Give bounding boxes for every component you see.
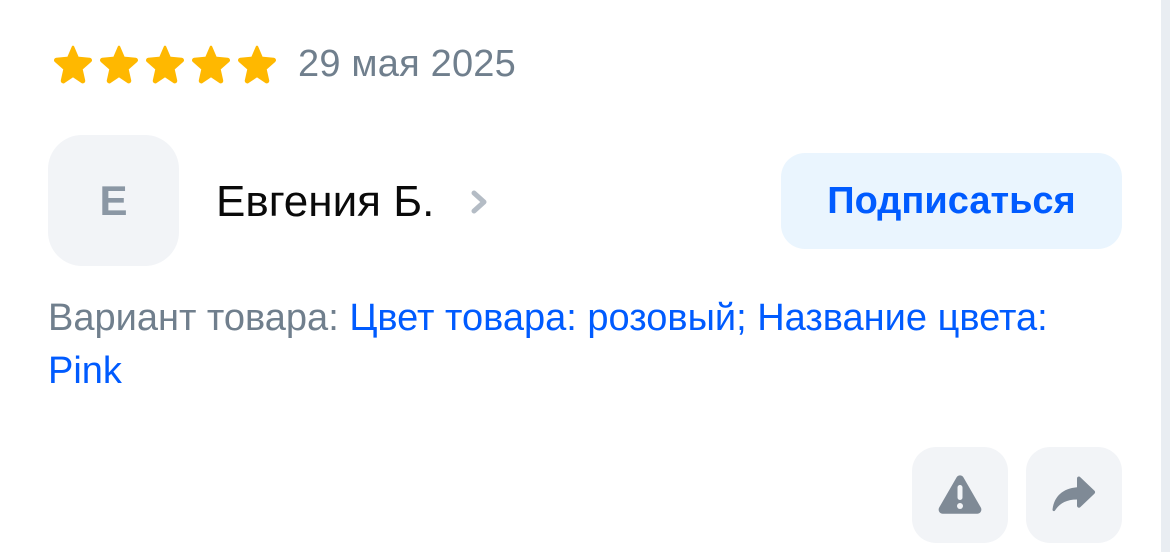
- star-icon: [238, 45, 276, 84]
- product-variant: Вариант товара: Цвет товара: розовый; На…: [48, 292, 1088, 398]
- review-card: 29 мая 2025 Е Евгения Б. Подписаться Вар…: [0, 0, 1170, 552]
- chevron-right-icon: [471, 190, 487, 214]
- review-date: 29 мая 2025: [298, 42, 516, 85]
- author-name: Евгения Б.: [216, 177, 435, 226]
- star-icon: [100, 45, 138, 84]
- share-arrow-icon: [1052, 476, 1096, 512]
- author-profile-link[interactable]: Евгения Б.: [216, 172, 490, 232]
- star-icon: [146, 45, 184, 84]
- report-button[interactable]: [912, 447, 1008, 543]
- rating-row: 29 мая 2025: [52, 40, 516, 88]
- variant-label: Вариант товара:: [48, 297, 350, 339]
- share-button[interactable]: [1026, 447, 1122, 543]
- star-icon: [54, 45, 92, 84]
- avatar[interactable]: Е: [48, 135, 179, 266]
- scrollbar-track: [1161, 0, 1170, 552]
- warning-triangle-icon: [938, 475, 982, 514]
- star-rating: [52, 43, 278, 85]
- star-icon: [192, 45, 230, 84]
- subscribe-button[interactable]: Подписаться: [781, 153, 1122, 249]
- avatar-initial: Е: [99, 176, 128, 224]
